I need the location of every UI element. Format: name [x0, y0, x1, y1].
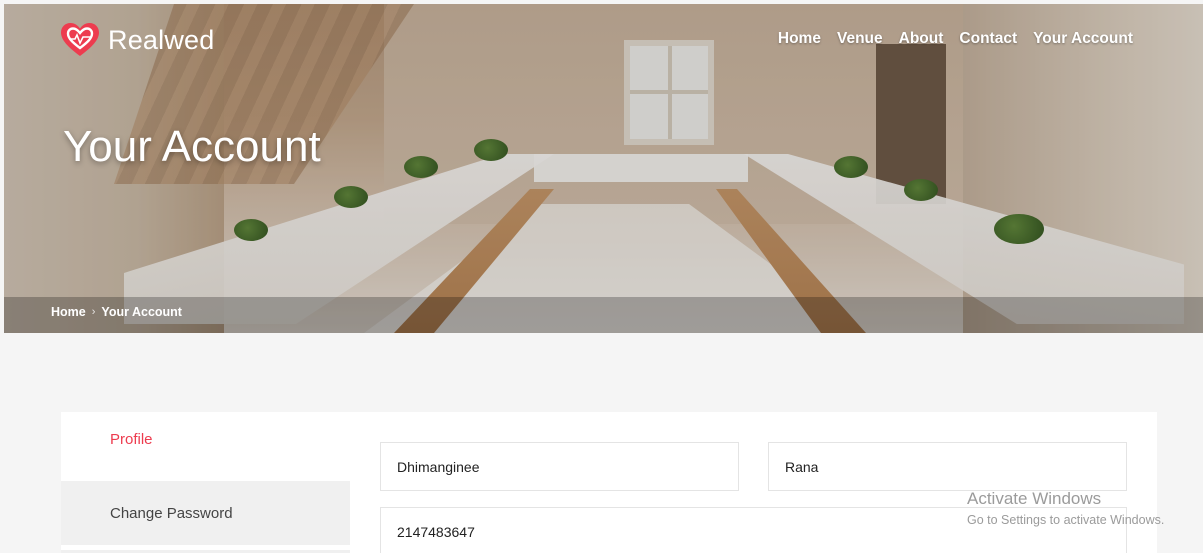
- site-logo[interactable]: Realwed: [60, 22, 214, 58]
- breadcrumb-home[interactable]: Home: [51, 305, 86, 319]
- breadcrumb-separator-icon: ›: [91, 306, 96, 318]
- nav-about[interactable]: About: [899, 30, 944, 48]
- breadcrumb-bar: [4, 297, 1203, 333]
- logo-text: Realwed: [108, 24, 215, 55]
- tab-change-password[interactable]: Change Password: [61, 481, 350, 545]
- first-name-field[interactable]: Dhimanginee: [380, 442, 739, 491]
- heart-icon: [61, 23, 99, 56]
- main-nav: Home Venue About Contact Your Account: [778, 30, 1133, 48]
- last-name-field[interactable]: Rana: [768, 442, 1127, 491]
- breadcrumb: Home › Your Account: [51, 305, 182, 319]
- nav-contact[interactable]: Contact: [959, 30, 1017, 48]
- page: Realwed Home Venue About Contact Your Ac…: [0, 0, 1203, 553]
- watermark-title: Activate Windows: [967, 489, 1102, 508]
- nav-your-account[interactable]: Your Account: [1033, 30, 1133, 48]
- watermark-subtitle: Go to Settings to activate Windows.: [967, 513, 1165, 527]
- nav-venue[interactable]: Venue: [837, 30, 883, 48]
- breadcrumb-current: Your Account: [101, 305, 182, 319]
- nav-home[interactable]: Home: [778, 30, 821, 48]
- account-card: Profile Change Password Dhimanginee Rana…: [61, 412, 1157, 553]
- windows-activation-watermark: Activate Windows Go to Settings to activ…: [967, 489, 1164, 527]
- tab-profile[interactable]: Profile: [61, 412, 350, 474]
- page-title: Your Account: [63, 122, 321, 171]
